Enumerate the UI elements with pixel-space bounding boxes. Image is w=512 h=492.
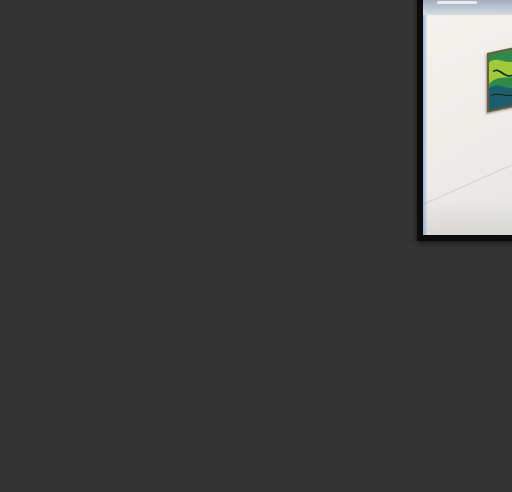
image-preview[interactable]: [423, 0, 512, 235]
ceiling-light: [437, 1, 477, 4]
floor-shadow: [423, 197, 512, 235]
framed-painting: [487, 45, 512, 113]
editor-canvas: [0, 0, 512, 492]
image-preview-frame[interactable]: [417, 0, 512, 241]
ceiling-strip: [423, 0, 512, 15]
painting-graphic: [487, 45, 512, 113]
